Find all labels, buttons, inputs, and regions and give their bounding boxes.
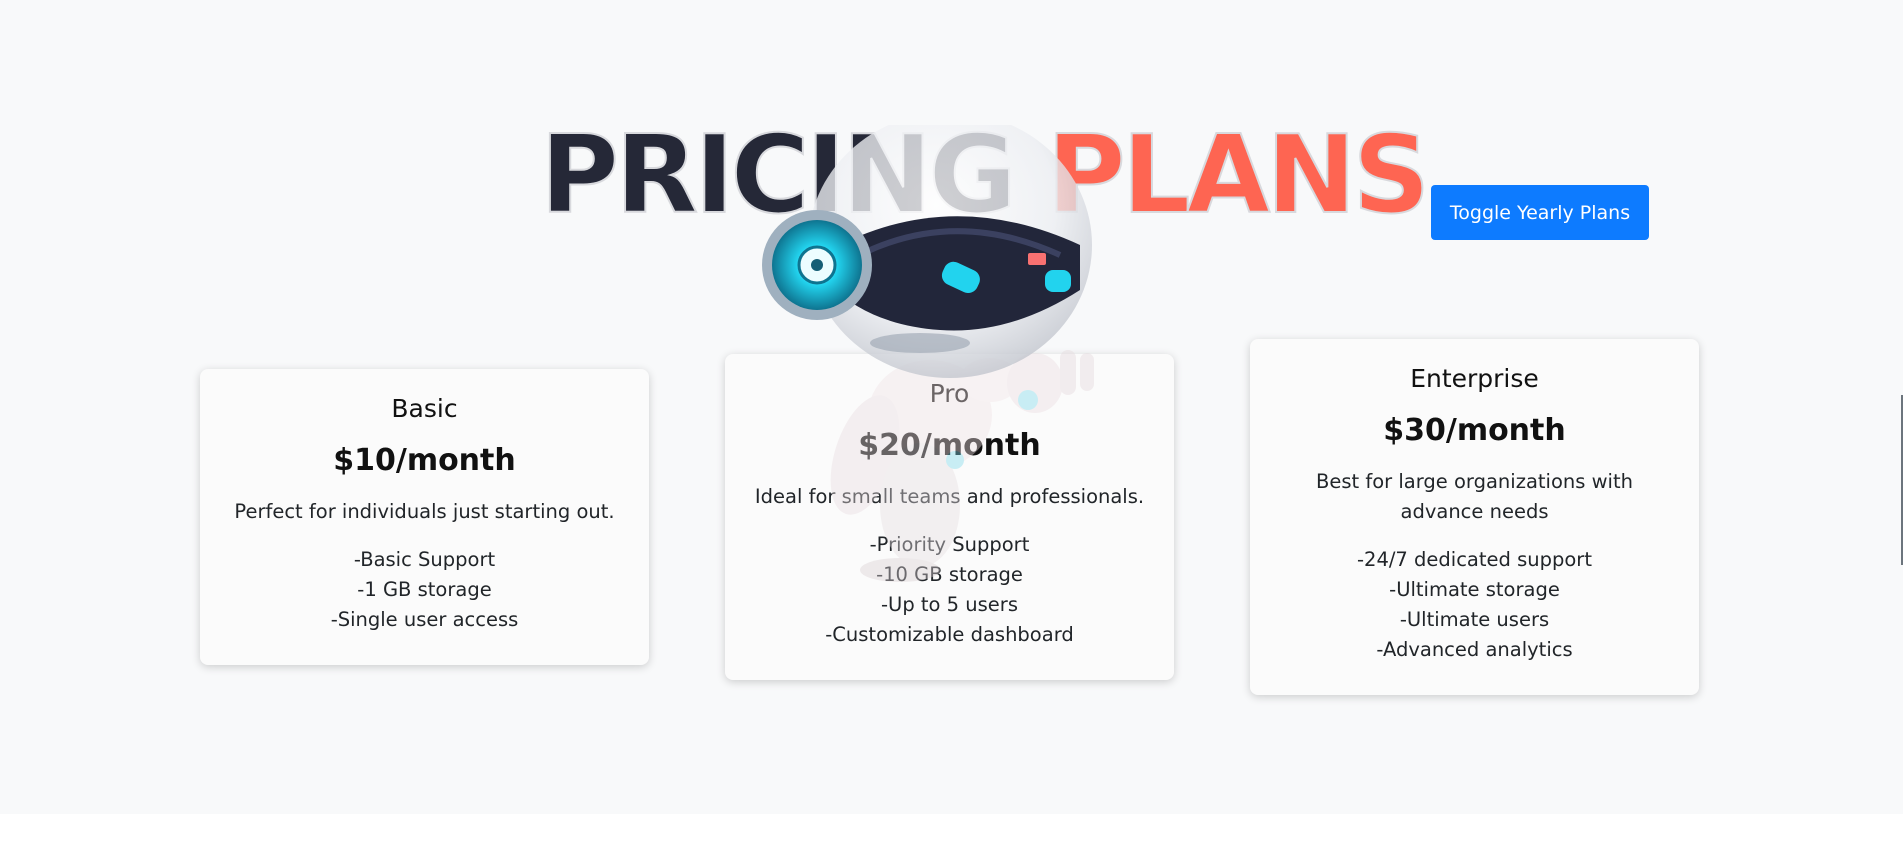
toggle-yearly-plans-button[interactable]: Toggle Yearly Plans xyxy=(1431,185,1649,240)
plan-feature: -Single user access xyxy=(330,608,519,631)
plan-name: Pro xyxy=(929,379,970,408)
plan-price: $20/month xyxy=(858,428,1041,463)
headline-word-plans: PLANS xyxy=(1046,113,1432,238)
plan-card-basic: Basic $10/month Perfect for individuals … xyxy=(200,369,649,665)
plan-feature: -24/7 dedicated support xyxy=(1357,548,1592,571)
plan-feature: -Priority Support xyxy=(869,533,1030,556)
plan-price: $30/month xyxy=(1383,413,1566,448)
plan-feature: -Ultimate storage xyxy=(1389,578,1560,601)
headline-word-pricing: PRICING xyxy=(539,113,1018,238)
plan-features: -24/7 dedicated support -Ultimate storag… xyxy=(1250,545,1699,665)
plan-card-enterprise: Enterprise $30/month Best for large orga… xyxy=(1250,339,1699,695)
plan-price: $10/month xyxy=(333,443,516,478)
plan-name: Basic xyxy=(391,394,458,423)
plan-feature: -1 GB storage xyxy=(357,578,492,601)
plan-features: -Basic Support -1 GB storage -Single use… xyxy=(200,545,649,635)
pricing-headline: PRICING PLANS xyxy=(539,117,1431,234)
plan-features: -Priority Support -10 GB storage -Up to … xyxy=(725,530,1174,650)
plan-feature: -Basic Support xyxy=(353,548,496,571)
plan-name: Enterprise xyxy=(1410,364,1539,393)
plan-card-pro: Pro $20/month Ideal for small teams and … xyxy=(725,354,1174,680)
plan-feature: -10 GB storage xyxy=(876,563,1023,586)
plan-feature: -Ultimate users xyxy=(1399,608,1550,631)
pricing-section: PRICING PLANS Toggle Yearly Plans Basic … xyxy=(0,0,1903,814)
plan-feature: -Advanced analytics xyxy=(1376,638,1573,661)
plan-feature: -Up to 5 users xyxy=(881,593,1018,616)
plan-description: Perfect for individuals just starting ou… xyxy=(234,500,615,523)
plan-description: Best for large organizations with advanc… xyxy=(1316,470,1633,523)
plan-feature: -Customizable dashboard xyxy=(825,623,1074,646)
plan-description: Ideal for small teams and professionals. xyxy=(754,485,1145,508)
